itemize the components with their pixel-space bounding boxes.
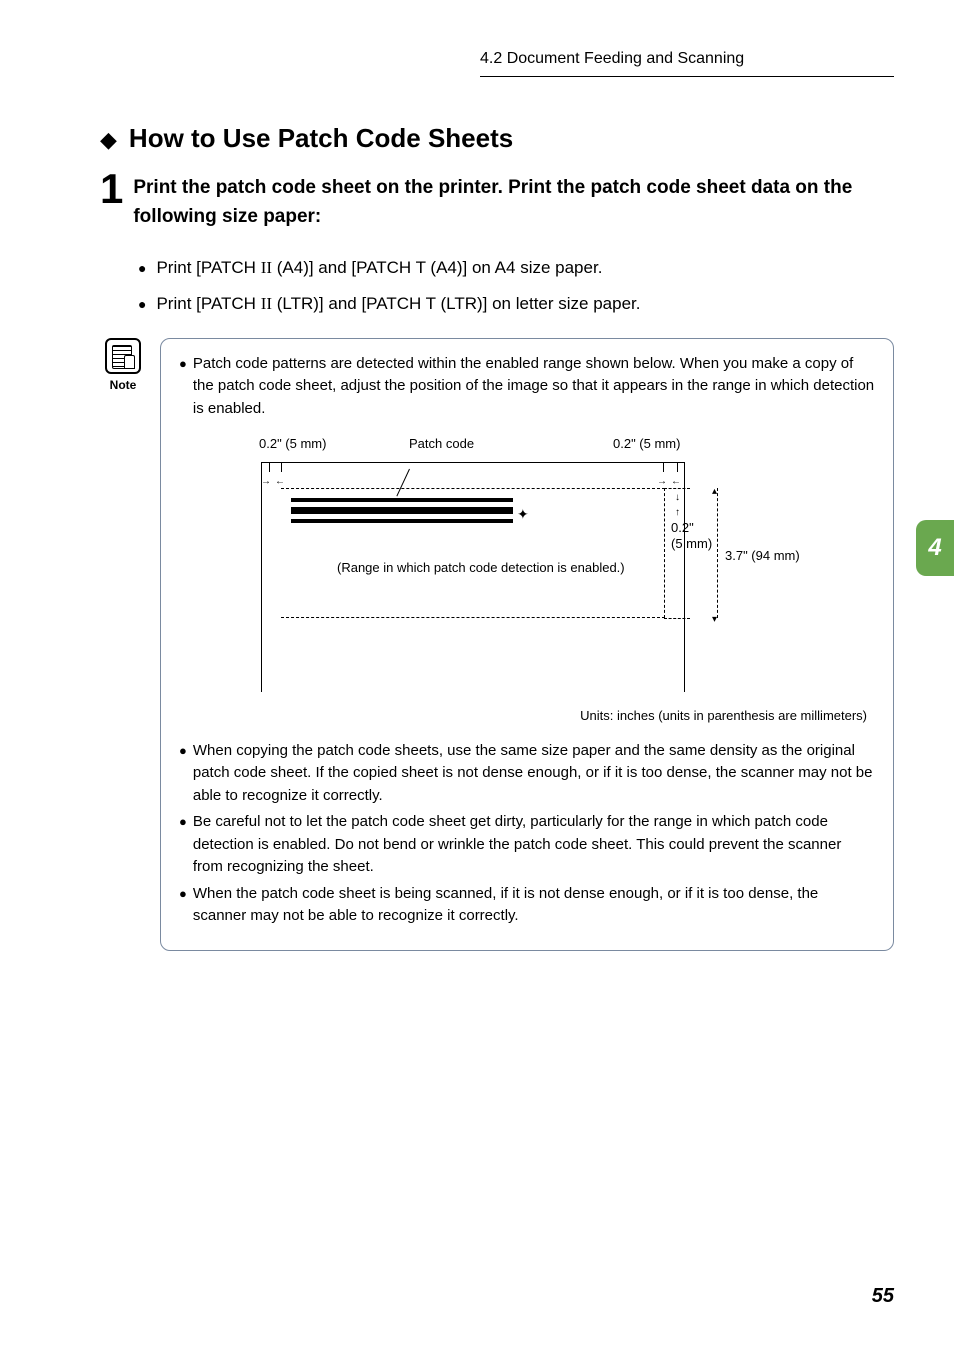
note-text: Patch code patterns are detected within … <box>193 353 875 421</box>
step-number-1: 1 <box>100 168 123 210</box>
section-title: How to Use Patch Code Sheets <box>129 123 513 154</box>
units-caption: Units: inches (units in parenthesis are … <box>179 706 867 726</box>
note-text: Be careful not to let the patch code she… <box>193 811 875 879</box>
patch-bar <box>291 507 513 514</box>
title-diamond-icon: ◆ <box>100 127 117 153</box>
bullet-icon: ● <box>138 257 146 279</box>
note-label: Note <box>110 378 137 392</box>
dim-right-margin: 0.2" (5 mm) <box>613 434 680 454</box>
bullet-icon: ● <box>179 740 187 808</box>
note-box: ● Patch code patterns are detected withi… <box>160 338 894 951</box>
bullet-icon: ● <box>138 293 146 315</box>
note-text: When copying the patch code sheets, use … <box>193 740 875 808</box>
bullet-text: Print [PATCH II (A4)] and [PATCH T (A4)]… <box>156 258 602 278</box>
bullet-icon: ● <box>179 353 187 421</box>
note-item: ● When copying the patch code sheets, us… <box>179 740 875 808</box>
bullet-icon: ● <box>179 883 187 928</box>
patch-bar <box>291 498 513 502</box>
chapter-tab: 4 <box>916 520 954 576</box>
dim-top-offset: 0.2" (5 mm) <box>671 520 712 551</box>
range-label: (Range in which patch code detection is … <box>337 560 625 577</box>
dim-height: 3.7" (94 mm) <box>725 546 800 566</box>
note-item: ● Be careful not to let the patch code s… <box>179 811 875 879</box>
note-item: ● Patch code patterns are detected withi… <box>179 353 875 421</box>
patch-code-label: Patch code <box>409 434 474 454</box>
bullet-text: Print [PATCH II (LTR)] and [PATCH T (LTR… <box>156 294 640 314</box>
patch-code-diagram: 0.2" (5 mm) Patch code 0.2" (5 mm) ✦ (Ra… <box>209 434 875 696</box>
note-icon <box>105 338 141 374</box>
bullet-icon: ● <box>179 811 187 879</box>
arrow-up-icon: ✦ <box>517 504 529 525</box>
list-item: ● Print [PATCH II (LTR)] and [PATCH T (L… <box>138 293 894 315</box>
header-section: 4.2 Document Feeding and Scanning <box>480 50 894 77</box>
dim-left-margin: 0.2" (5 mm) <box>259 434 326 454</box>
page-number: 55 <box>872 1285 894 1308</box>
step-1-instruction: Print the patch code sheet on the printe… <box>133 174 894 231</box>
note-text: When the patch code sheet is being scann… <box>193 883 875 928</box>
note-item: ● When the patch code sheet is being sca… <box>179 883 875 928</box>
list-item: ● Print [PATCH II (A4)] and [PATCH T (A4… <box>138 257 894 279</box>
patch-bar <box>291 519 513 523</box>
